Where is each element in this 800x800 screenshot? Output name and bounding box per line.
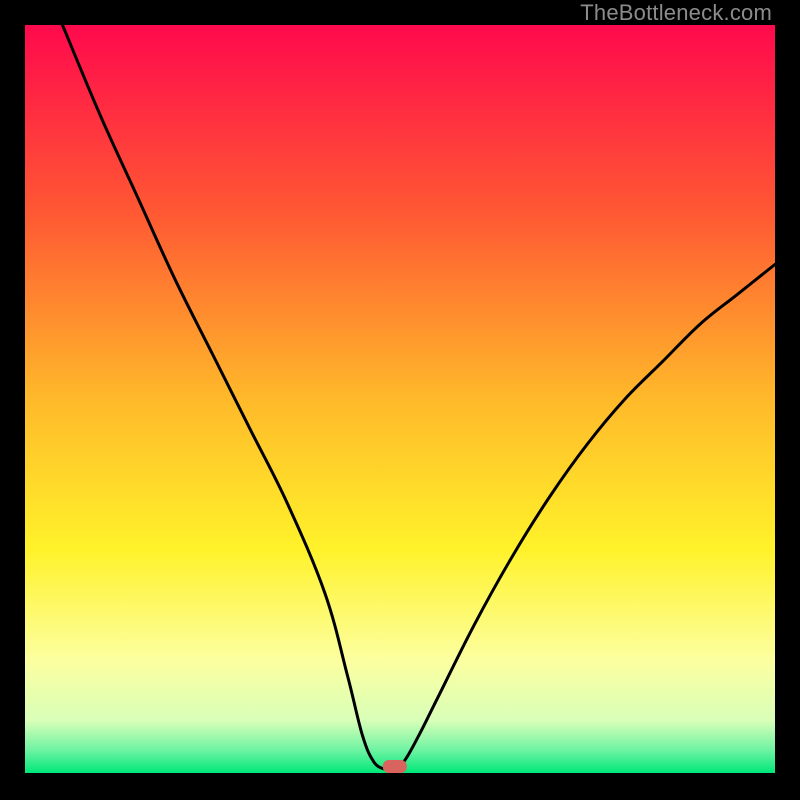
plot-area: [25, 25, 775, 773]
optimum-marker: [383, 760, 407, 773]
chart-svg: [25, 25, 775, 773]
watermark-text: TheBottleneck.com: [580, 0, 772, 26]
chart-background: [25, 25, 775, 773]
chart-frame: TheBottleneck.com: [0, 0, 800, 800]
